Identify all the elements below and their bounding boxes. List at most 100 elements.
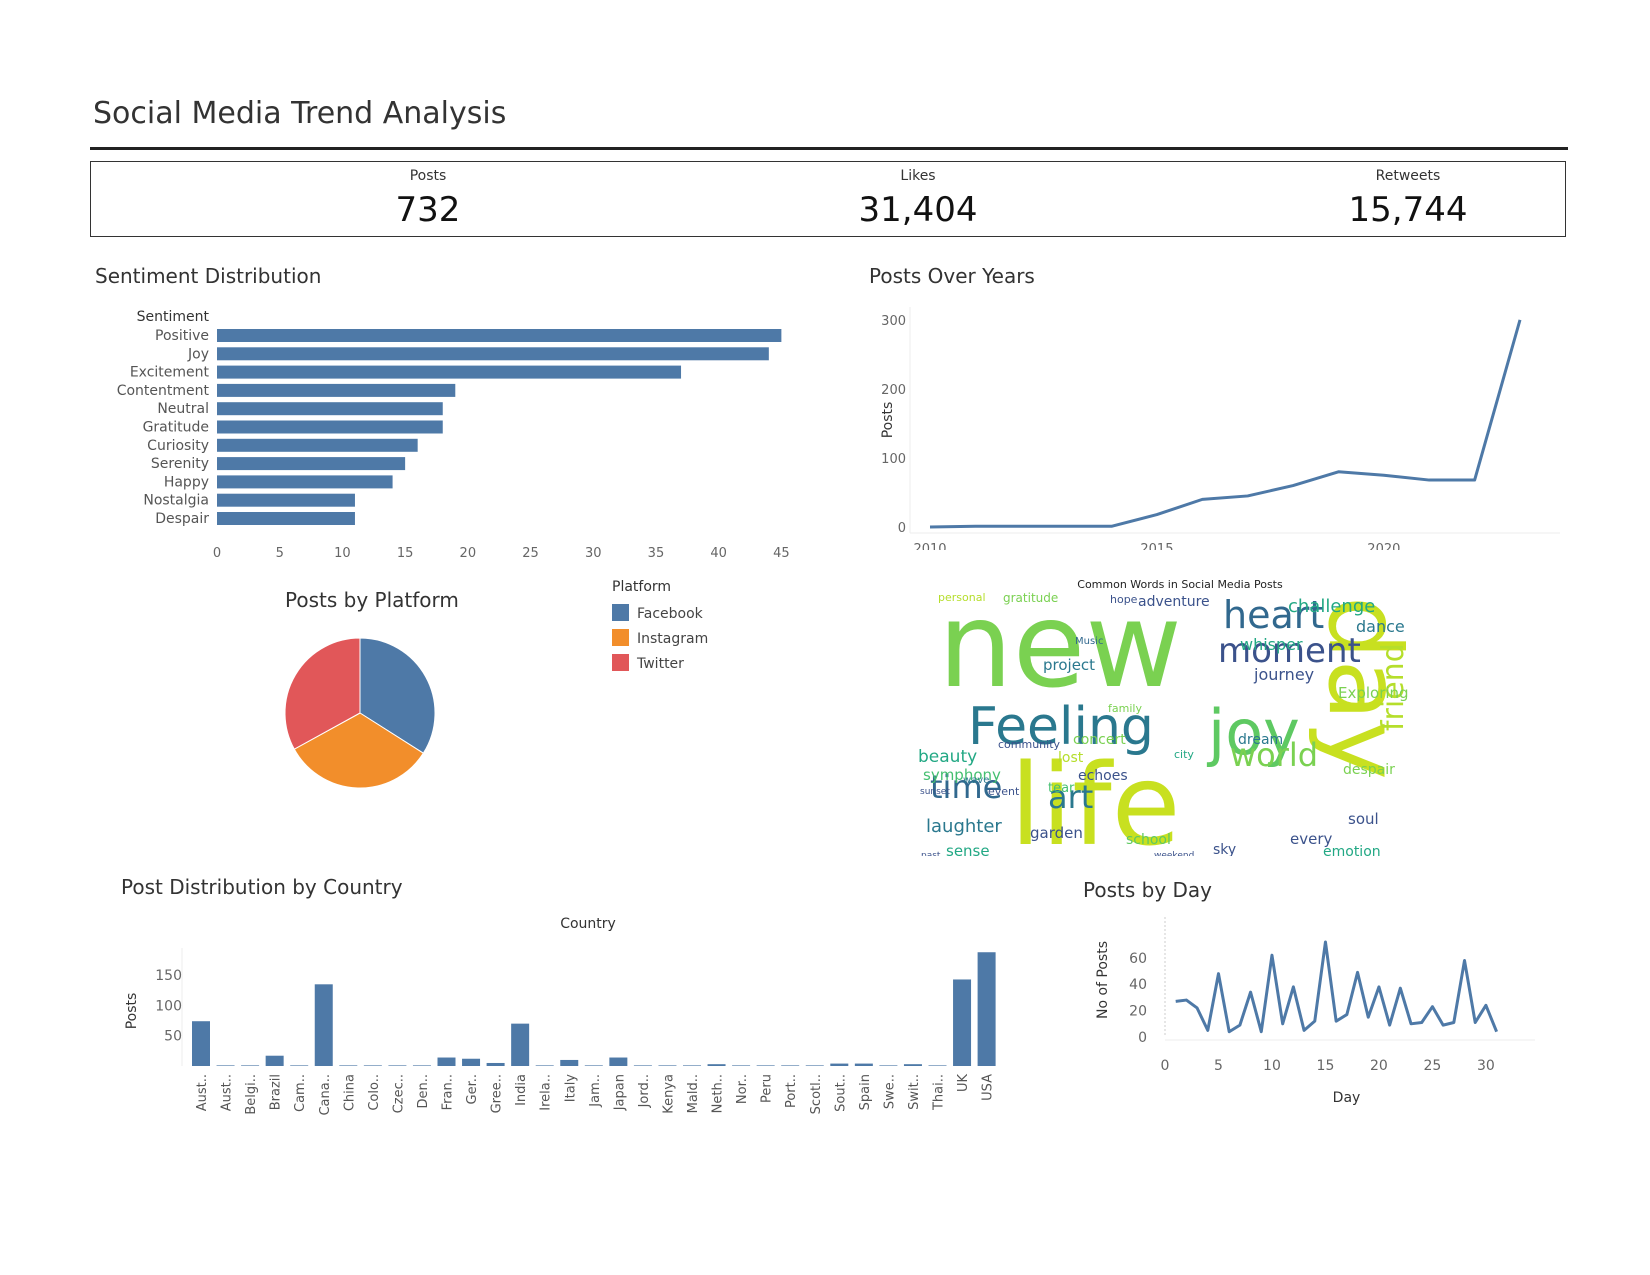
platform-pie-chart: [284, 637, 436, 789]
wordcloud-word: garden: [1030, 824, 1083, 842]
country-bar: [437, 1057, 456, 1066]
country-bar: [216, 1065, 235, 1066]
country-bar: [879, 1065, 898, 1066]
word-cloud: Common Words in Social Media Postsnewlif…: [918, 576, 1442, 856]
country-bar: [781, 1065, 800, 1066]
country-x-label: Den..: [416, 1074, 431, 1109]
day-title: Posts by Day: [1083, 878, 1213, 902]
kpi-posts-label: Posts: [409, 168, 447, 184]
country-x-label: Japan: [612, 1074, 627, 1111]
country-x-label: Neth..: [711, 1074, 726, 1113]
country-y-label: Posts: [124, 993, 140, 1030]
country-x-label: Jord..: [637, 1074, 652, 1108]
sentiment-bar: [217, 475, 393, 489]
kpi-likes-label: Likes: [900, 168, 936, 184]
country-x-label: Spain: [858, 1074, 873, 1110]
wordcloud-word: journey: [1253, 665, 1314, 684]
country-bar: [953, 979, 972, 1066]
country-bar: [584, 1065, 603, 1066]
wordcloud-word: concert: [1073, 732, 1126, 748]
country-x-label: Thai..: [932, 1074, 947, 1111]
wordcloud-word: event: [988, 785, 1020, 798]
country-x-label: Swe..: [882, 1074, 897, 1109]
country-x-label: Scotl..: [809, 1074, 824, 1114]
country-x-label: Swit..: [907, 1074, 922, 1110]
sentiment-label: Contentment: [117, 383, 210, 399]
day-x-label: Day: [1333, 1090, 1361, 1106]
day-y-tick: 60: [1129, 951, 1147, 967]
wordcloud-word: city: [1174, 748, 1194, 761]
sentiment-label: Despair: [155, 511, 209, 527]
country-bar: [290, 1065, 309, 1066]
country-bar: [339, 1065, 358, 1066]
country-x-label: Belgi..: [244, 1074, 259, 1115]
wordcloud-word: personal: [938, 591, 986, 604]
country-bar: [462, 1058, 481, 1066]
wordcloud-word: sunset: [920, 787, 950, 797]
country-bar: [707, 1064, 726, 1066]
country-bar: [903, 1064, 922, 1066]
sentiment-title: Sentiment Distribution: [95, 264, 322, 288]
country-x-label: Czec..: [391, 1074, 406, 1113]
country-x-label: Gree..: [490, 1074, 505, 1113]
country-x-label: Jam..: [588, 1074, 603, 1108]
country-x-label: Aust..: [220, 1074, 235, 1111]
legend-swatch-facebook: [612, 604, 629, 621]
country-bar: [535, 1065, 554, 1066]
country-bar: [977, 952, 996, 1066]
country-bar: [314, 984, 333, 1066]
legend-swatch-instagram: [612, 629, 629, 646]
day-x-tick: 20: [1370, 1058, 1388, 1074]
country-y-tick: 50: [164, 1029, 182, 1045]
sentiment-x-tick: 10: [334, 546, 351, 561]
years-y-tick: 100: [881, 452, 906, 467]
wordcloud-word: despair: [1343, 762, 1395, 778]
country-x-label: USA: [981, 1074, 996, 1101]
country-x-label: UK: [956, 1074, 971, 1093]
country-bar: [928, 1065, 947, 1066]
sentiment-header: Sentiment: [137, 309, 210, 325]
kpi-likes-value: 31,404: [858, 190, 978, 230]
country-x-label: Peru: [760, 1074, 775, 1103]
years-series-line: [929, 319, 1522, 529]
years-x-tick: 2020: [1367, 542, 1400, 550]
legend-swatch-twitter: [612, 654, 629, 671]
country-bar: [486, 1062, 505, 1066]
country-x-label: Brazil: [269, 1074, 284, 1110]
years-y-label: Posts: [880, 402, 896, 439]
wordcloud-word: echoes: [1078, 768, 1128, 784]
sentiment-label: Gratitude: [143, 420, 209, 436]
country-bar: [805, 1065, 824, 1066]
country-y-tick: 150: [155, 968, 182, 984]
sentiment-label: Nostalgia: [143, 493, 209, 509]
country-bar: [192, 1021, 210, 1066]
country-y-tick: 100: [155, 998, 182, 1014]
country-bar: [658, 1065, 677, 1066]
country-x-label: Fran..: [441, 1074, 456, 1110]
sentiment-bar: [217, 402, 443, 416]
wordcloud-word: sky: [1213, 842, 1236, 856]
years-x-tick: 2010: [913, 542, 946, 550]
country-bar: [388, 1065, 407, 1066]
country-x-label: Aust..: [195, 1074, 210, 1111]
country-bar: [265, 1055, 284, 1066]
kpi-posts: Posts 732: [278, 162, 578, 230]
legend-label-facebook: Facebook: [637, 606, 704, 622]
country-bar-chart: Country Posts 50 100 150 Aust.. Aust.. Belgi.. B…: [124, 916, 996, 1116]
country-bar: [854, 1063, 873, 1066]
years-y-tick: 200: [881, 383, 906, 398]
wordcloud-word: soul: [1348, 810, 1379, 828]
country-bar: [756, 1065, 775, 1066]
wordcloud-word: dream: [1238, 732, 1283, 748]
country-x-label: Colo..: [367, 1074, 382, 1111]
day-x-tick: 15: [1317, 1058, 1335, 1074]
country-bar: [683, 1065, 701, 1066]
wordcloud-word: adventure: [1138, 594, 1210, 610]
wordcloud-word: laughter: [926, 816, 1002, 837]
day-y-tick: 40: [1129, 977, 1147, 993]
wordcloud-word: wave: [963, 775, 989, 786]
years-y-tick: 300: [881, 314, 906, 329]
years-line-chart: 0 100 200 300 Posts 2010 2015 2020: [880, 307, 1560, 550]
wordcloud-word: sense: [946, 842, 990, 856]
wordcloud-word: family: [1108, 702, 1142, 715]
